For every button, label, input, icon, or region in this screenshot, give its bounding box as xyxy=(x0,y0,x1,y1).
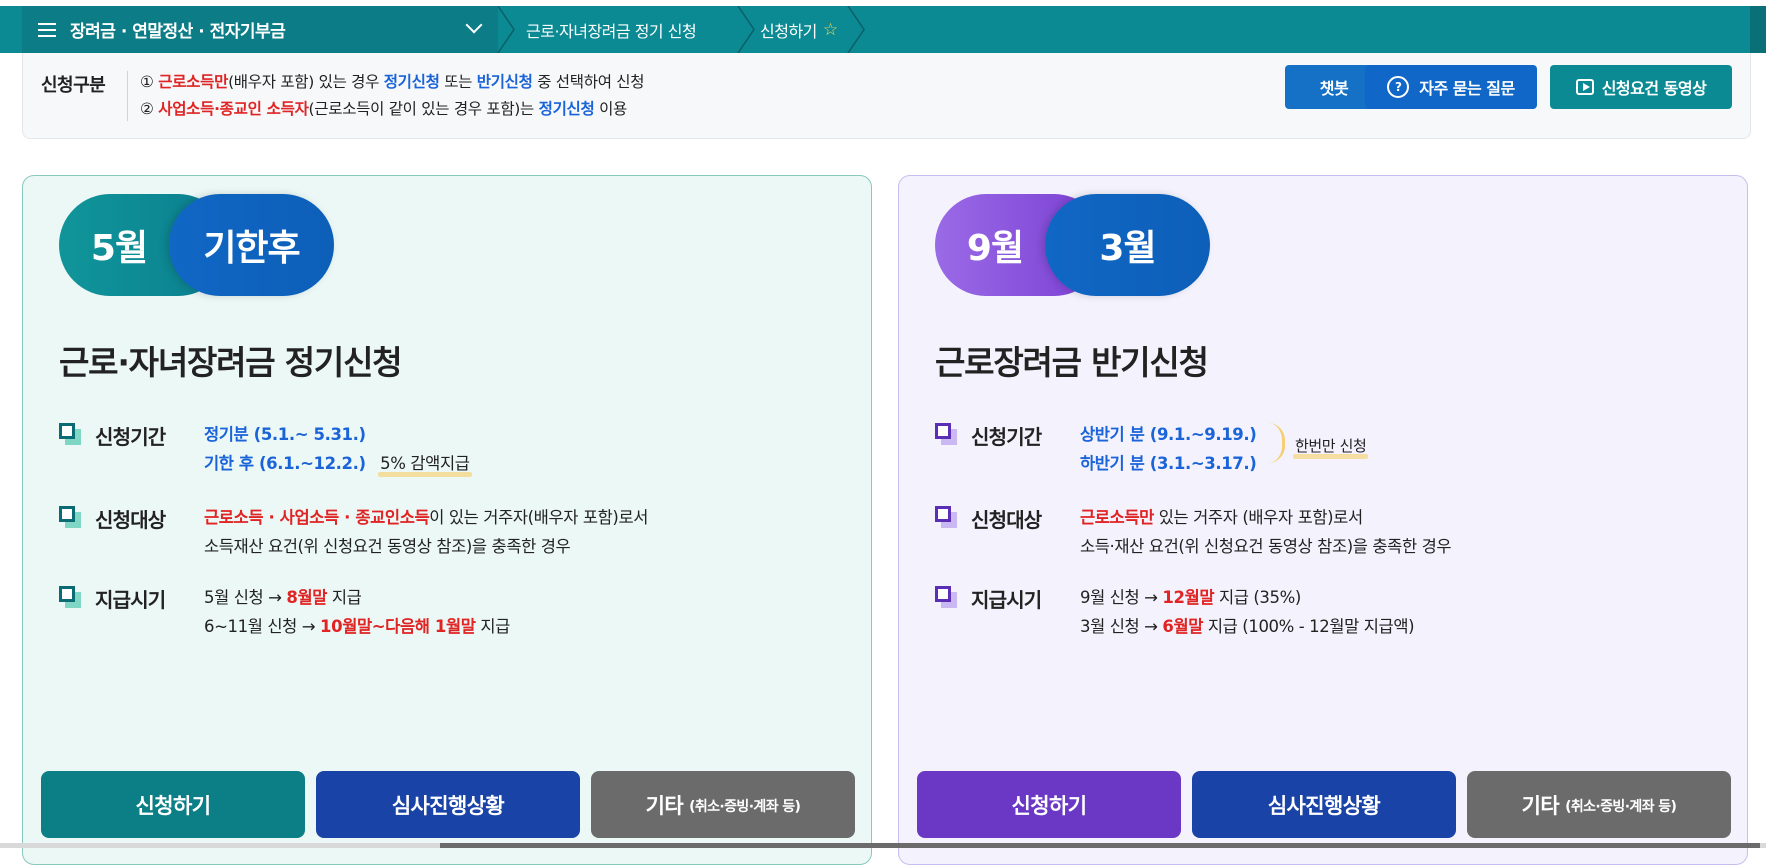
breadcrumb-separator-icon xyxy=(736,6,758,53)
divider xyxy=(127,71,128,121)
checkbox-bullet-icon xyxy=(935,423,957,445)
pay-line-2: 3월 신청 → 6월말 지급 (100% - 12월말 지급액) xyxy=(1080,617,1415,636)
row-apply-target: 신청대상 근로소득만 있는 거주자 (배우자 포함)로서 소득·재산 요건(위 … xyxy=(935,504,1695,564)
hamburger-menu-icon[interactable] xyxy=(38,22,56,37)
nav-home-label: 장려금 · 연말정산 · 전자기부금 xyxy=(70,22,286,42)
row-pay-time: 지급시기 9월 신청 → 12월말 지급 (35%) 3월 신청 → 6월말 지… xyxy=(935,584,1695,644)
period-pill: 9월 3월 xyxy=(935,194,1210,296)
period-note: 한번만 신청 xyxy=(1292,437,1369,459)
top-nav-bar: 장려금 · 연말정산 · 전자기부금 근로·자녀장려금 정기 신청 신청하기 ☆ xyxy=(0,6,1766,53)
row-label: 신청대상 xyxy=(971,508,1042,532)
checkbox-bullet-icon xyxy=(935,506,957,528)
row-apply-period: 신청기간 상반기 분 (9.1.~9.19.) 하반기 분 (3.1.~3.17… xyxy=(935,421,1695,481)
chevron-down-icon[interactable] xyxy=(465,16,483,34)
target-line-1: 근로소득만 있는 거주자 (배우자 포함)로서 xyxy=(1080,508,1363,527)
period-pill: 5월 기한후 xyxy=(59,194,334,296)
play-video-icon xyxy=(1575,79,1594,95)
video-label: 신청요건 동영상 xyxy=(1601,79,1707,98)
row-label: 신청기간 xyxy=(95,425,166,449)
period-note: 5% 감액지급 xyxy=(378,450,472,477)
review-status-button[interactable]: 심사진행상황 xyxy=(316,771,580,838)
target-line-1: 근로소득 · 사업소득 · 종교인소득이 있는 거주자(배우자 포함)로서 xyxy=(204,508,649,527)
question-circle-icon: ? xyxy=(1387,76,1410,98)
checkbox-bullet-icon xyxy=(935,586,957,608)
period-line-1: 정기분 (5.1.~ 5.31.) xyxy=(204,425,366,444)
breadcrumb-item-regular-apply[interactable]: 근로·자녀장려금 정기 신청 xyxy=(526,6,697,53)
row-label: 지급시기 xyxy=(95,588,166,612)
faq-button[interactable]: ? 자주 묻는 질문 xyxy=(1365,65,1537,109)
row-pay-time: 지급시기 5월 신청 → 8월말 지급 6~11월 신청 → 10월말~다음해 … xyxy=(59,584,819,644)
row-apply-target: 신청대상 근로소득 · 사업소득 · 종교인소득이 있는 거주자(배우자 포함)… xyxy=(59,504,819,564)
breadcrumb-label: 근로·자녀장려금 정기 신청 xyxy=(526,21,697,41)
card-title: 근로장려금 반기신청 xyxy=(935,343,1209,382)
pay-line-1: 9월 신청 → 12월말 지급 (35%) xyxy=(1080,588,1301,607)
breadcrumb-label: 신청하기 xyxy=(760,21,817,41)
faq-label: 자주 묻는 질문 xyxy=(1419,79,1515,98)
period-line-1: 상반기 분 (9.1.~9.19.) xyxy=(1080,425,1257,444)
target-line-2: 소득·재산 요건(위 신청요건 동영상 참조)을 충족한 경우 xyxy=(1080,537,1452,556)
apply-type-label: 신청구분 xyxy=(41,75,106,96)
etc-button[interactable]: 기타 (취소·증빙·계좌 등) xyxy=(591,771,855,838)
apply-button[interactable]: 신청하기 xyxy=(917,771,1181,838)
target-line-2: 소득재산 요건(위 신청요건 동영상 참조)을 충족한 경우 xyxy=(204,537,571,556)
half-year-apply-card: 9월 3월 근로장려금 반기신청 신청기간 상반기 분 (9.1.~9.19.)… xyxy=(898,175,1748,865)
breadcrumb-item-apply[interactable]: 신청하기 ☆ xyxy=(760,6,838,53)
review-status-button[interactable]: 심사진행상황 xyxy=(1192,771,1456,838)
nav-edge xyxy=(1750,6,1766,53)
row-label: 지급시기 xyxy=(971,588,1042,612)
chatbot-label: 챗봇 xyxy=(1319,79,1349,98)
checkbox-bullet-icon xyxy=(59,506,81,528)
scrollbar-thumb[interactable] xyxy=(440,843,1760,848)
breadcrumb-separator-icon xyxy=(496,6,518,53)
regular-apply-card: 5월 기한후 근로·자녀장려금 정기신청 신청기간 정기분 (5.1.~ 5.3… xyxy=(22,175,872,865)
nav-menu-dropdown[interactable]: 장려금 · 연말정산 · 전자기부금 xyxy=(22,6,498,53)
etc-button[interactable]: 기타 (취소·증빙·계좌 등) xyxy=(1467,771,1731,838)
card-title: 근로·자녀장려금 정기신청 xyxy=(59,343,403,382)
checkbox-bullet-icon xyxy=(59,423,81,445)
breadcrumb-separator-icon xyxy=(846,6,868,53)
row-label: 신청기간 xyxy=(971,425,1042,449)
info-line-2: ② 사업소득·종교인 소득자(근로소득이 같이 있는 경우 포함)는 정기신청 … xyxy=(140,100,628,118)
checkbox-bullet-icon xyxy=(59,586,81,608)
apply-button[interactable]: 신청하기 xyxy=(41,771,305,838)
period-line-2: 기한 후 (6.1.~12.2.) 5% 감액지급 xyxy=(204,450,472,477)
pill-late: 기한후 xyxy=(169,194,334,296)
row-apply-period: 신청기간 정기분 (5.1.~ 5.31.) 기한 후 (6.1.~12.2.)… xyxy=(59,421,819,481)
pill-march: 3월 xyxy=(1045,194,1210,296)
row-label: 신청대상 xyxy=(95,508,166,532)
pay-line-1: 5월 신청 → 8월말 지급 xyxy=(204,588,362,607)
brace-icon xyxy=(1268,423,1285,463)
pay-line-2: 6~11월 신청 → 10월말~다음해 1월말 지급 xyxy=(204,617,510,636)
star-icon[interactable]: ☆ xyxy=(823,20,838,40)
apply-type-info-panel: 신청구분 ① 근로소득만(배우자 포함) 있는 경우 정기신청 또는 반기신청 … xyxy=(22,53,1751,139)
requirements-video-button[interactable]: 신청요건 동영상 xyxy=(1550,65,1732,109)
period-line-2: 하반기 분 (3.1.~3.17.) xyxy=(1080,454,1257,473)
info-line-1: ① 근로소득만(배우자 포함) 있는 경우 정기신청 또는 반기신청 중 선택하… xyxy=(140,73,645,91)
